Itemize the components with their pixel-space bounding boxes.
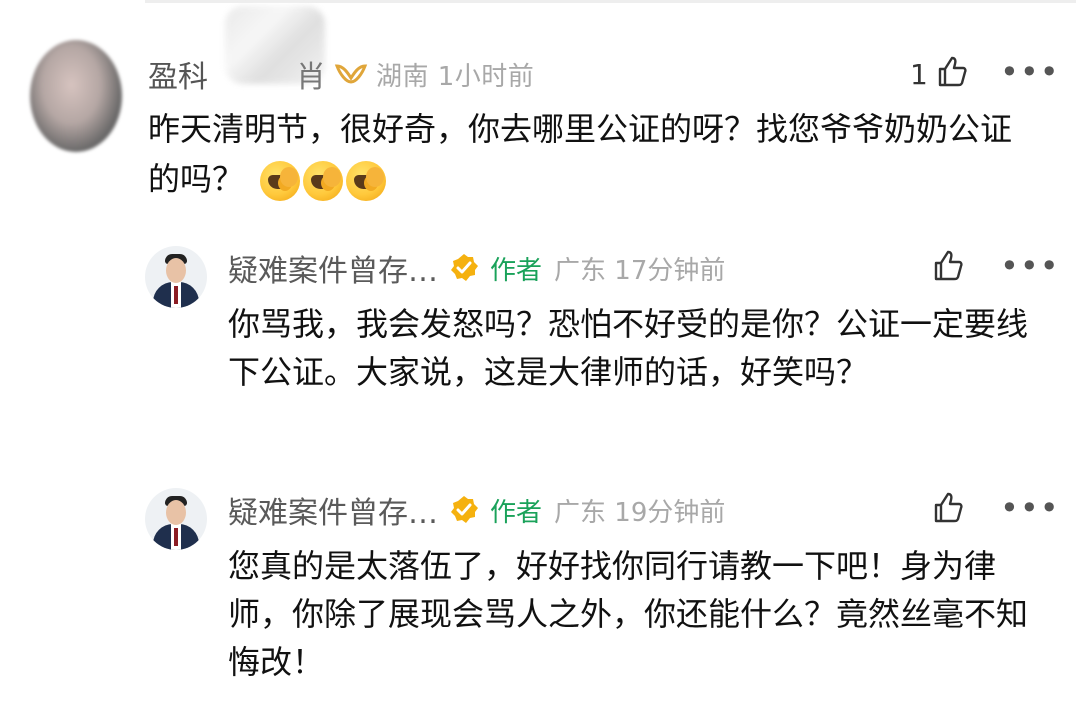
author-tag: 作者 [490, 255, 543, 286]
emoji-group [260, 161, 387, 201]
user-avatar[interactable] [30, 40, 122, 152]
author-name[interactable]: 疑难案件曾存… [228, 488, 438, 532]
like-count: 1 [910, 57, 928, 91]
username[interactable]: 盈科 [148, 52, 208, 96]
more-icon[interactable]: ••• [1000, 56, 1060, 88]
verified-badge-icon [448, 494, 480, 526]
top-divider [145, 0, 1076, 3]
like-button[interactable]: 1 [910, 54, 970, 94]
comment-body: 昨天清明节，很好奇，你去哪里公证的呀？找您爷爷奶奶公证的吗？ [148, 104, 1028, 204]
cry-laugh-emoji [303, 161, 344, 201]
author-name[interactable]: 疑难案件曾存… [228, 246, 438, 290]
reply-text: 你骂我，我会发怒吗？恐怕不好受的是你？公证一定要线下公证。大家说，这是大律师的话… [228, 305, 1029, 391]
reply-meta: 广东 17分钟前 [554, 255, 726, 286]
thumbs-up-icon [930, 490, 966, 530]
vip-badge-icon [334, 60, 368, 88]
reply-header: 疑难案件曾存… 作者 广东 17分钟前 [228, 246, 725, 290]
cry-laugh-emoji [260, 161, 301, 201]
author-avatar[interactable] [145, 246, 207, 308]
thumbs-up-icon [934, 54, 970, 94]
comment-header: 盈科 肖 湖南 1小时前 [148, 52, 534, 96]
reply-text: 您真的是太落伍了，好好找你同行请教一下吧！身为律师，你除了展现会骂人之外，你还能… [228, 547, 1029, 681]
author-avatar[interactable] [145, 488, 207, 550]
more-icon[interactable]: ••• [1000, 250, 1060, 282]
username-tail[interactable]: 肖 [296, 52, 326, 96]
like-button[interactable] [930, 248, 966, 288]
cry-laugh-emoji [346, 161, 387, 201]
reply-header: 疑难案件曾存… 作者 广东 19分钟前 [228, 488, 725, 532]
thumbs-up-icon [930, 248, 966, 288]
comment-meta: 湖南 1小时前 [376, 61, 535, 92]
verified-badge-icon [448, 252, 480, 284]
more-icon[interactable]: ••• [1000, 492, 1060, 524]
reply-meta: 广东 19分钟前 [554, 497, 726, 528]
author-tag: 作者 [490, 497, 543, 528]
like-button[interactable] [930, 490, 966, 530]
